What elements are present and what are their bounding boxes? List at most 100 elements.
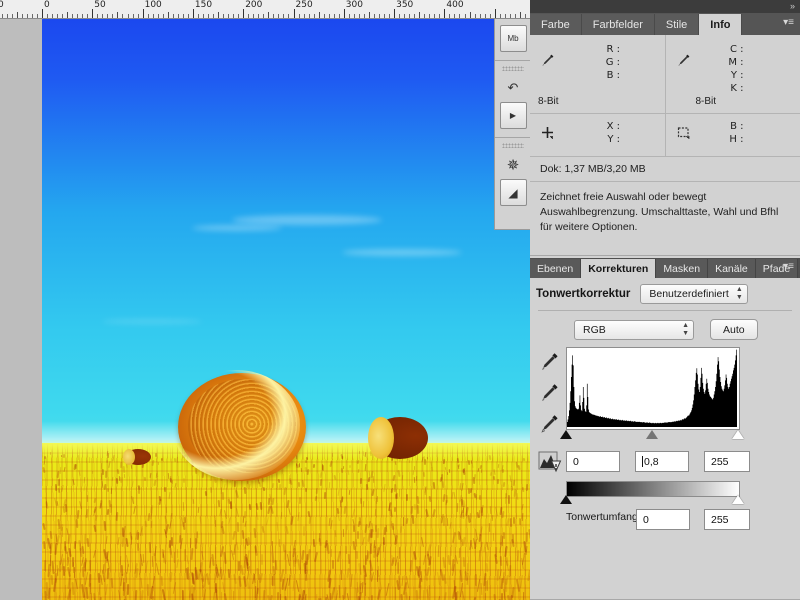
tab-farbfelder[interactable]: Farbfelder (581, 14, 655, 35)
size-values (744, 120, 748, 156)
info-panel-tabbar[interactable]: Farbe Farbfelder Stile Info ▾≡ (530, 13, 800, 35)
white-point-marker[interactable] (732, 430, 744, 439)
ruler-tick (293, 9, 295, 18)
field-stubble (262, 589, 266, 600)
tab-info[interactable]: Info (699, 14, 743, 35)
panel-menu-icon[interactable]: ▾≡ (783, 18, 794, 28)
output-levels-slider[interactable] (530, 481, 800, 505)
info-cmyk-block: C : M : Y : K : 8-Bit (664, 35, 800, 113)
field-stubble (232, 590, 235, 600)
field-stubble (88, 559, 91, 571)
field-stubble (223, 509, 227, 519)
field-stubble (323, 491, 327, 500)
ruler-tick (419, 12, 421, 18)
image-canvas[interactable] (42, 19, 530, 600)
dock-grip[interactable] (502, 66, 524, 71)
input-gamma-field[interactable]: 0,8 (635, 451, 689, 472)
auto-button[interactable]: Auto (710, 319, 758, 340)
output-white-field[interactable]: 255 (704, 509, 750, 530)
field-stubble (343, 528, 345, 538)
dock-titlebar[interactable]: » (530, 0, 800, 13)
set-white-point-icon[interactable] (540, 413, 562, 438)
field-stubble (499, 556, 503, 566)
output-black-marker[interactable] (560, 495, 572, 504)
field-stubble (198, 506, 201, 513)
ruler-tick (373, 14, 375, 18)
gamma-marker[interactable] (646, 430, 658, 439)
field-stubble (322, 465, 325, 472)
field-stubble (480, 583, 483, 595)
field-stubble (485, 551, 489, 562)
field-stubble (248, 503, 252, 510)
tab-ebenen[interactable]: Ebenen (530, 259, 582, 278)
dock-grip[interactable] (502, 143, 524, 148)
tab-farbe[interactable]: Farbe (530, 14, 582, 35)
field-stubble (495, 506, 499, 516)
ruler-tick (152, 14, 154, 18)
tab-stile[interactable]: Stile (654, 14, 700, 35)
field-stubble (174, 482, 178, 488)
input-black-field[interactable]: 0 (566, 451, 620, 472)
input-levels-values: 0 0,8 255 (530, 451, 800, 475)
field-stubble (106, 488, 109, 493)
field-stubble (261, 525, 265, 533)
horizontal-ruler[interactable]: 0 50 100 150 200 250 300 350 400 0 (0, 0, 530, 19)
field-stubble (62, 527, 64, 538)
field-stubble (478, 494, 481, 501)
collapsed-panel-dock[interactable]: Mb ↶ ▶ ✵ ◢ (494, 19, 532, 230)
field-stubble (443, 458, 446, 464)
ruler-tick (399, 14, 401, 18)
black-point-marker[interactable] (560, 430, 572, 439)
adjustments-tabbar[interactable]: Ebenen Korrekturen Masken Kanäle Pfade ▾… (530, 258, 800, 278)
channel-row: RGB ▲ ▼ Auto (574, 319, 800, 340)
tab-kanaele[interactable]: Kanäle (708, 259, 756, 278)
field-stubble (104, 470, 107, 478)
ruler-tick (439, 14, 441, 18)
histogram-icon[interactable]: ◢ (499, 179, 527, 206)
collapse-panels-icon[interactable]: » (790, 1, 795, 12)
ruler-tick (228, 14, 230, 18)
field-stubble (119, 555, 122, 565)
tab-masken[interactable]: Masken (656, 259, 709, 278)
sky-region (42, 19, 530, 447)
field-stubble (319, 472, 322, 479)
ruler-tick (1, 14, 3, 18)
field-stubble (283, 486, 286, 495)
ruler-tick (142, 9, 144, 18)
panel-menu-icon[interactable]: ▾≡ (783, 262, 794, 272)
ruler-tick (494, 9, 496, 18)
levels-header: Tonwertkorrektur Benutzerdefiniert ▲ ▼ (530, 278, 800, 307)
set-black-point-icon[interactable] (540, 351, 562, 376)
output-levels-values: Tonwertumfang: 0 255 (530, 509, 800, 530)
field-stubble (362, 536, 366, 545)
output-black-field[interactable]: 0 (636, 509, 690, 530)
ruler-tick (409, 14, 411, 18)
field-stubble (416, 505, 420, 514)
field-stubble (100, 462, 103, 469)
field-stubble (485, 592, 487, 600)
set-gray-point-icon[interactable] (540, 382, 562, 407)
ruler-tick (6, 14, 8, 18)
actions-icon[interactable]: ▶ (499, 102, 527, 129)
field-stubble (117, 590, 121, 600)
output-white-marker[interactable] (732, 495, 744, 504)
input-levels-slider[interactable] (560, 430, 744, 442)
ruler-tick (127, 14, 129, 18)
history-icon[interactable]: ↶ (501, 75, 526, 100)
mini-bridge-icon[interactable]: Mb (499, 25, 527, 52)
tab-korrekturen[interactable]: Korrekturen (581, 259, 657, 278)
histogram-warning-icon[interactable] (538, 451, 562, 473)
channel-select[interactable]: RGB ▲ ▼ (574, 319, 694, 340)
field-stubble (130, 480, 134, 488)
field-stubble (271, 497, 275, 505)
input-white-field[interactable]: 255 (704, 451, 750, 472)
field-stubble (521, 513, 523, 522)
levels-histogram[interactable] (566, 347, 740, 430)
kuler-icon[interactable]: ✵ (501, 152, 526, 177)
ruler-tick (26, 14, 28, 18)
field-stubble (134, 590, 138, 600)
preset-select[interactable]: Benutzerdefiniert ▲ ▼ (640, 284, 748, 304)
rgb-labels: R : G : B : (558, 43, 620, 113)
ruler-tick (107, 14, 109, 18)
field-stubble (222, 581, 226, 593)
